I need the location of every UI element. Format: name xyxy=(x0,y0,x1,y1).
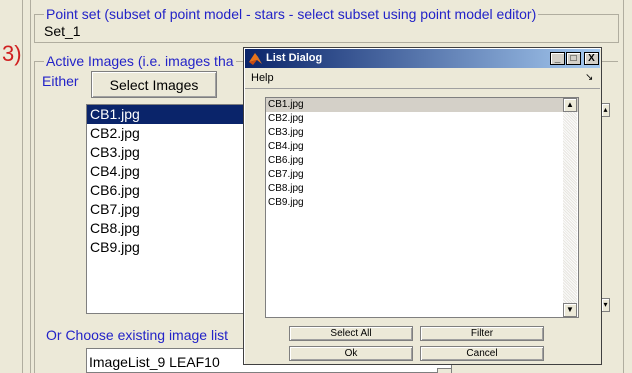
step-number: 3) xyxy=(2,41,22,66)
existing-image-list-value: ImageList_9 LEAF10 xyxy=(89,354,220,370)
dialog-list-item[interactable]: CB9.jpg xyxy=(266,196,578,210)
dialog-scrollbar-track[interactable] xyxy=(563,112,577,303)
dialog-list-item[interactable]: CB2.jpg xyxy=(266,112,578,126)
image-list-item[interactable]: CB6.jpg xyxy=(87,181,248,200)
active-images-title: Active Images (i.e. images tha xyxy=(44,53,236,69)
active-images-list[interactable]: CB1.jpg CB2.jpg CB3.jpg CB4.jpg CB6.jpg CB7.j… xyxy=(86,104,249,314)
frame-left-line-inner xyxy=(30,0,31,373)
point-set-group-border-left xyxy=(34,14,35,42)
image-list-item[interactable]: CB7.jpg xyxy=(87,200,248,219)
point-set-value: Set_1 xyxy=(44,23,81,39)
background-scroll-up-arrow[interactable]: ▴ xyxy=(601,103,610,117)
either-label: Either xyxy=(42,73,79,89)
dialog-list-item[interactable]: CB8.jpg xyxy=(266,182,578,196)
dialog-title: List Dialog xyxy=(266,52,323,64)
image-list-item[interactable]: CB8.jpg xyxy=(87,219,248,238)
dialog-list-item[interactable]: CB1.jpg xyxy=(266,98,578,112)
point-set-group-border-right xyxy=(618,14,619,42)
active-images-group-border-left xyxy=(34,61,35,373)
minimize-button[interactable]: _ xyxy=(550,52,565,65)
menu-separator xyxy=(245,88,600,89)
dialog-title-bar[interactable]: List Dialog _ □ X xyxy=(245,49,600,68)
dialog-scroll-down-arrow[interactable]: ▼ xyxy=(563,303,577,317)
image-list-item[interactable]: CB3.jpg xyxy=(87,143,248,162)
dialog-list-item[interactable]: CB4.jpg xyxy=(266,140,578,154)
select-all-button[interactable]: Select All xyxy=(289,326,413,341)
dialog-item-list[interactable]: CB1.jpg CB2.jpg CB3.jpg CB4.jpg CB6.jpg CB7.j… xyxy=(265,97,579,318)
dialog-list-item[interactable]: CB3.jpg xyxy=(266,126,578,140)
maximize-button[interactable]: □ xyxy=(566,52,581,65)
list-dialog: List Dialog _ □ X Help ↘ CB1.jpg CB2.jpg C… xyxy=(243,47,602,365)
point-set-title: Point set (subset of point model - stars… xyxy=(44,6,539,22)
choose-existing-label: Or Choose existing image list xyxy=(46,327,229,343)
dialog-list-item[interactable]: CB7.jpg xyxy=(266,168,578,182)
image-list-item[interactable]: CB2.jpg xyxy=(87,124,248,143)
filter-button[interactable]: Filter xyxy=(420,326,544,341)
dialog-list-item[interactable]: CB6.jpg xyxy=(266,154,578,168)
close-button[interactable]: X xyxy=(584,52,599,65)
dialog-menu-bar: Help ↘ xyxy=(245,69,600,87)
dialog-scroll-up-arrow[interactable]: ▲ xyxy=(563,98,577,112)
select-images-button[interactable]: Select Images xyxy=(91,71,217,98)
background-scroll-down-arrow[interactable]: ▾ xyxy=(601,298,610,312)
dock-arrow-icon[interactable]: ↘ xyxy=(585,71,593,85)
image-list-item[interactable]: CB9.jpg xyxy=(87,238,248,257)
help-menu[interactable]: Help xyxy=(251,71,274,85)
frame-left-line xyxy=(22,0,23,373)
frame-right-line xyxy=(623,0,624,373)
matlab-logo-icon xyxy=(249,53,262,65)
point-set-group-border-bottom xyxy=(34,42,619,43)
image-list-item[interactable]: CB4.jpg xyxy=(87,162,248,181)
image-list-item[interactable]: CB1.jpg xyxy=(87,105,248,124)
cancel-button[interactable]: Cancel xyxy=(420,346,544,361)
ok-button[interactable]: Ok xyxy=(289,346,413,361)
existing-image-list-dropdown-button[interactable] xyxy=(437,368,452,373)
